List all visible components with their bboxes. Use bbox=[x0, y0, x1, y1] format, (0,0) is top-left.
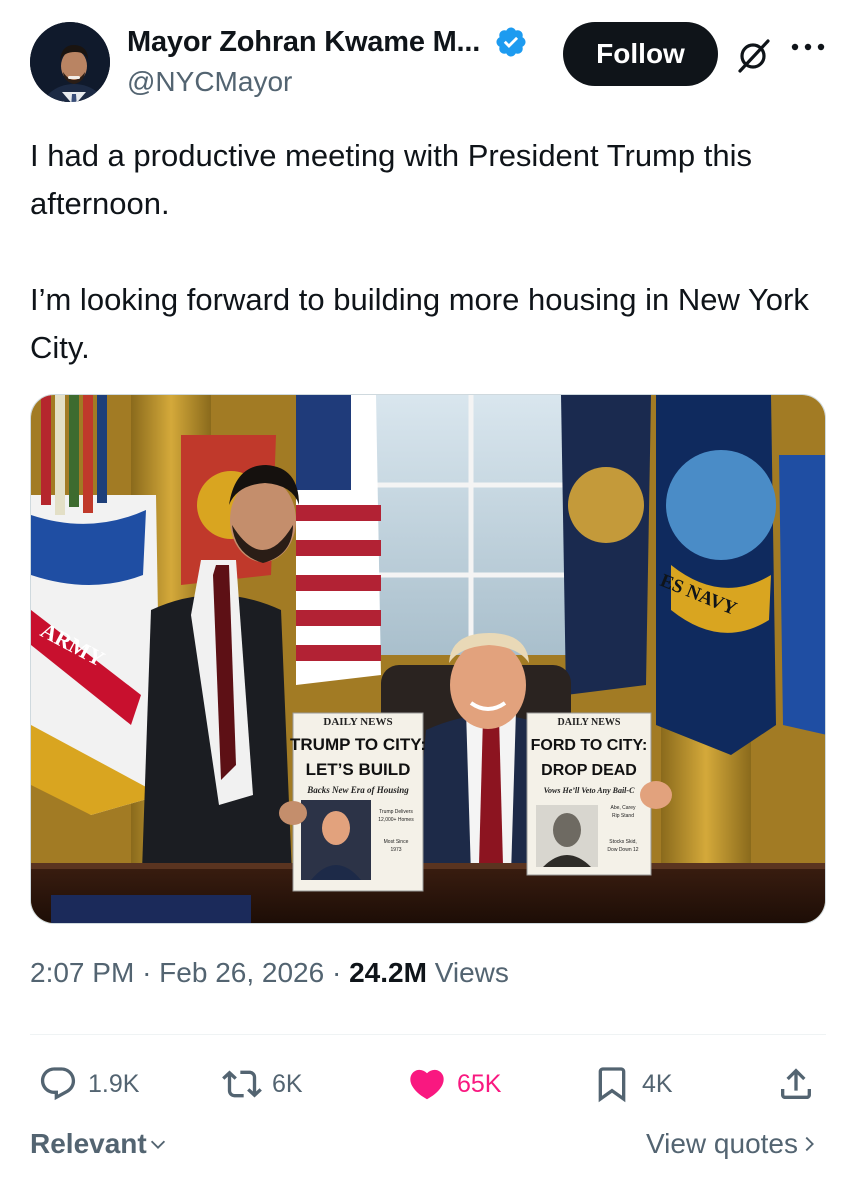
tweet-date[interactable]: Feb 26, 2026 bbox=[159, 957, 324, 988]
author-handle[interactable]: @NYCMayor bbox=[127, 66, 292, 98]
meta-separator: · bbox=[331, 957, 350, 988]
tweet-paragraph-1: I had a productive meeting with Presiden… bbox=[30, 138, 752, 221]
tweet-paragraph-2: I’m looking forward to building more hou… bbox=[30, 282, 809, 365]
left-paper-side-4: 1973 bbox=[390, 847, 401, 853]
divider bbox=[30, 1034, 826, 1035]
right-paper-side-4: Dow Down 12 bbox=[607, 847, 638, 853]
reply-button[interactable]: 1.9K bbox=[38, 1058, 139, 1110]
repost-button[interactable]: 6K bbox=[222, 1058, 303, 1110]
right-paper-masthead: DAILY NEWS bbox=[558, 717, 621, 728]
right-paper-side-1: Abe, Carey bbox=[610, 805, 636, 811]
repost-icon bbox=[222, 1070, 262, 1098]
heart-filled-icon bbox=[410, 1069, 444, 1100]
meta-separator: · bbox=[142, 957, 160, 988]
chevron-right-icon bbox=[805, 1136, 814, 1152]
left-paper-side-3: Most Since bbox=[384, 839, 409, 845]
author-display-name[interactable]: Mayor Zohran Kwame M... bbox=[127, 26, 480, 59]
tweet-meta: 2:07 PM · Feb 26, 2026 · 24.2M Views bbox=[30, 957, 509, 989]
left-paper-headline-1: TRUMP TO CITY: bbox=[290, 735, 426, 754]
view-quotes-label: View quotes bbox=[645, 1128, 798, 1159]
more-icon[interactable] bbox=[789, 40, 827, 54]
chevron-down-icon bbox=[150, 1140, 165, 1149]
share-icon bbox=[781, 1068, 811, 1099]
bookmark-button[interactable]: 4K bbox=[592, 1058, 673, 1110]
view-quotes-link[interactable]: View quotes bbox=[646, 1128, 820, 1160]
repost-count: 6K bbox=[272, 1069, 303, 1098]
right-paper-side-2: Rip Stand bbox=[612, 813, 634, 819]
tweet-photo[interactable]: ARMY ES NAVY DAILY NEWS TRUMP TO CITY: L… bbox=[30, 394, 826, 924]
avatar-image bbox=[30, 22, 110, 102]
verified-badge-icon bbox=[496, 27, 526, 57]
action-bar: 1.9K 6K 65K 4K bbox=[30, 1058, 826, 1110]
author-avatar[interactable] bbox=[30, 22, 110, 102]
right-paper-headline-1: FORD TO CITY: bbox=[531, 737, 648, 754]
left-paper-headline-2: LET’S BUILD bbox=[306, 760, 411, 779]
tweet-time[interactable]: 2:07 PM bbox=[30, 957, 134, 988]
left-paper-subhead: Backs New Era of Housing bbox=[306, 785, 409, 795]
share-button[interactable] bbox=[776, 1058, 816, 1110]
right-paper-subhead: Vows He’ll Veto Any Bail-C bbox=[544, 786, 635, 795]
right-paper-headline-2: DROP DEAD bbox=[541, 762, 637, 779]
like-button[interactable]: 65K bbox=[407, 1058, 501, 1110]
reply-count: 1.9K bbox=[88, 1069, 140, 1098]
sort-dropdown[interactable]: Relevant bbox=[30, 1128, 169, 1160]
author-name-row[interactable]: Mayor Zohran Kwame M... bbox=[127, 25, 528, 59]
left-newspaper: DAILY NEWS TRUMP TO CITY: LET’S BUILD Ba… bbox=[290, 712, 426, 892]
left-paper-masthead: DAILY NEWS bbox=[323, 716, 392, 728]
oval-office-photo: ARMY ES NAVY DAILY NEWS TRUMP TO CITY: L… bbox=[31, 395, 825, 923]
reply-icon bbox=[40, 1067, 76, 1101]
grok-icon[interactable] bbox=[735, 36, 773, 74]
left-paper-side-1: Trump Delivers bbox=[379, 809, 413, 815]
like-count: 65K bbox=[457, 1069, 502, 1098]
follow-button[interactable]: Follow bbox=[563, 22, 718, 86]
views-count: 24.2M bbox=[349, 957, 427, 988]
sort-label: Relevant bbox=[30, 1128, 147, 1159]
bookmark-icon bbox=[598, 1067, 626, 1103]
tweet-text: I had a productive meeting with Presiden… bbox=[30, 132, 820, 372]
bookmark-count: 4K bbox=[642, 1069, 673, 1098]
right-newspaper: DAILY NEWS FORD TO CITY: DROP DEAD Vows … bbox=[526, 712, 652, 876]
right-paper-side-3: Stocks Skid, bbox=[609, 839, 637, 845]
left-paper-side-2: 12,000+ Homes bbox=[378, 817, 414, 823]
views-label: Views bbox=[434, 957, 509, 988]
